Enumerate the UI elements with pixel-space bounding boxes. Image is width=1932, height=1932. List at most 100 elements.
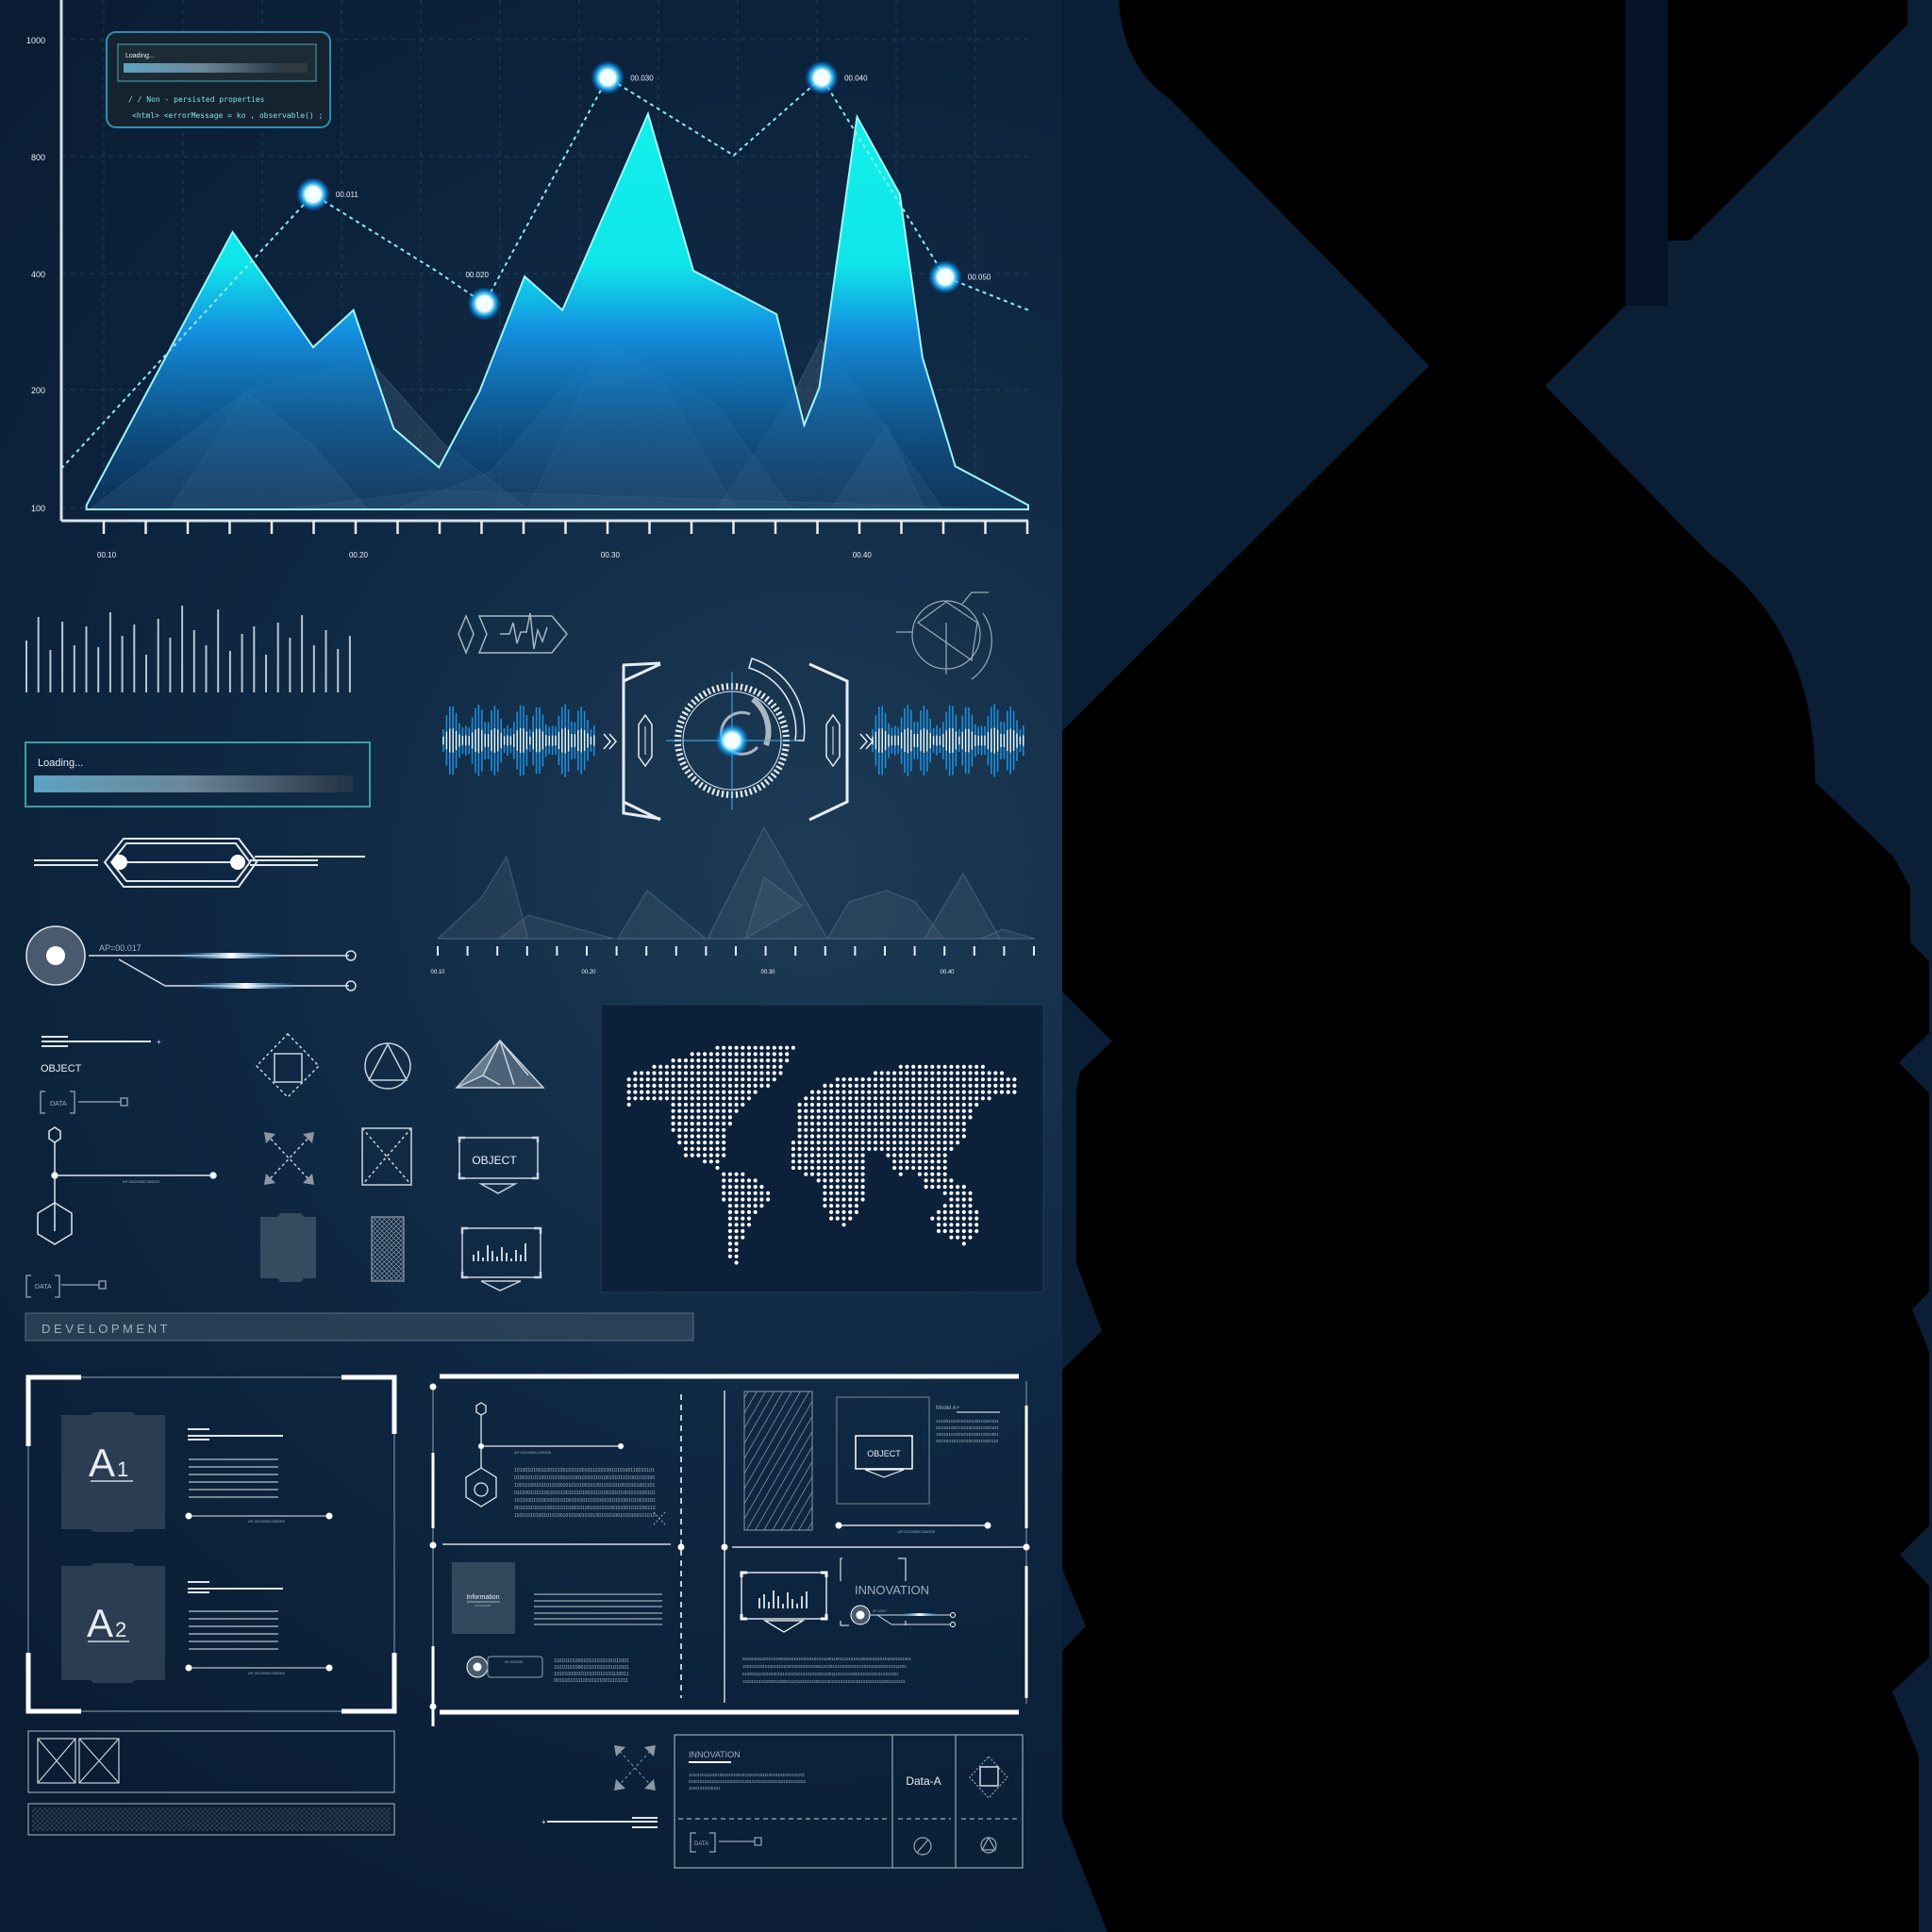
map-dot: [949, 1178, 954, 1183]
map-dot: [886, 1090, 891, 1094]
map-dot: [961, 1204, 966, 1208]
map-dot: [734, 1090, 739, 1094]
map-dot: [722, 1153, 726, 1158]
map-dot: [936, 1216, 941, 1221]
map-dot: [703, 1052, 708, 1057]
map-dot: [956, 1204, 960, 1208]
data-point-label: 00.020: [465, 271, 489, 279]
map-dot: [930, 1077, 935, 1082]
map-dot: [835, 1146, 840, 1151]
map-dot: [753, 1209, 758, 1214]
loading-label: Loading...: [38, 758, 83, 769]
map-dot: [734, 1197, 739, 1202]
map-dot: [961, 1216, 966, 1221]
map-dot: [640, 1071, 644, 1075]
map-dot: [936, 1115, 941, 1120]
map-dot: [759, 1083, 764, 1088]
binary-wide-row: 1010101010100001000011101101010100010100…: [742, 1679, 906, 1684]
map-dot: [841, 1159, 846, 1164]
map-dot: [924, 1115, 928, 1120]
map-dot: [936, 1209, 941, 1214]
map-dot: [696, 1108, 701, 1113]
card-a1-letter[interactable]: A: [89, 1441, 115, 1485]
map-dot: [835, 1178, 840, 1183]
map-dot: [841, 1108, 846, 1113]
map-dot: [696, 1146, 701, 1151]
binary-row: 0100101011001010100101001010101010010101…: [514, 1475, 655, 1481]
map-dot: [905, 1090, 909, 1094]
map-dot: [886, 1077, 891, 1082]
map-dot: [841, 1077, 846, 1082]
info-row: 1010100111010100101010010101010101110010…: [689, 1773, 806, 1777]
map-dot: [766, 1197, 771, 1202]
map-dot: [759, 1058, 764, 1063]
map-dot: [854, 1197, 859, 1202]
map-dot: [804, 1146, 808, 1151]
map-dot: [854, 1108, 859, 1113]
map-dot: [727, 1045, 733, 1050]
map-dot: [683, 1127, 689, 1132]
map-dot: [778, 1052, 783, 1057]
map-dot: [715, 1077, 720, 1082]
map-dot: [930, 1146, 935, 1151]
map-dot: [854, 1134, 859, 1139]
map-dot: [911, 1083, 916, 1088]
map-dot: [734, 1254, 739, 1258]
map-dot: [759, 1191, 764, 1195]
map-dot: [848, 1077, 853, 1082]
map-dot: [696, 1153, 701, 1158]
map-dot: [956, 1216, 960, 1221]
map-dot: [715, 1146, 720, 1151]
map-dot: [961, 1077, 966, 1082]
map-dot: [924, 1108, 928, 1113]
map-dot: [848, 1127, 853, 1132]
map-dot: [980, 1096, 985, 1101]
map-dot: [835, 1077, 840, 1082]
map-dot: [936, 1185, 941, 1190]
map-dot: [956, 1127, 960, 1132]
map-dot: [683, 1146, 689, 1151]
map-dot: [841, 1178, 846, 1183]
map-dot: [911, 1102, 916, 1108]
map-dot: [841, 1146, 846, 1151]
dial-tick: [781, 748, 790, 752]
map-dot: [956, 1185, 960, 1190]
map-dot: [791, 1153, 796, 1158]
map-dot: [746, 1191, 752, 1195]
map-dot: [854, 1127, 859, 1132]
map-dot: [791, 1159, 796, 1164]
map-dot: [949, 1146, 954, 1151]
map-dot: [809, 1153, 815, 1158]
map-dot: [936, 1134, 941, 1139]
map-dot: [829, 1204, 834, 1208]
map-dot: [949, 1064, 954, 1069]
map-dot: [835, 1185, 840, 1190]
card-a2-letter[interactable]: A: [87, 1601, 113, 1645]
knob-label: AP=00.017: [99, 943, 142, 953]
map-dot: [942, 1096, 947, 1101]
map-dot: [683, 1141, 689, 1145]
map-dot: [797, 1159, 802, 1164]
map-dot: [746, 1178, 752, 1183]
map-dot: [778, 1071, 783, 1075]
map-dot: [892, 1077, 897, 1082]
map-dot: [841, 1153, 846, 1158]
map-dot: [823, 1083, 827, 1088]
map-dot: [734, 1083, 739, 1088]
map-dot: [987, 1083, 991, 1088]
map-dot: [785, 1052, 790, 1057]
map-dot: [791, 1141, 796, 1145]
map-dot: [848, 1108, 853, 1113]
map-dot: [746, 1185, 752, 1190]
knob-handle[interactable]: [46, 946, 65, 965]
map-dot: [961, 1071, 966, 1075]
map-dot: [911, 1165, 916, 1171]
map-dot: [766, 1077, 771, 1082]
map-dot: [867, 1102, 872, 1108]
map-dot: [968, 1064, 973, 1069]
map-dot: [936, 1090, 941, 1094]
card-a2-sub: 2: [115, 1618, 126, 1641]
map-dot: [848, 1209, 853, 1214]
map-dot: [924, 1141, 928, 1145]
map-dot: [848, 1172, 853, 1176]
